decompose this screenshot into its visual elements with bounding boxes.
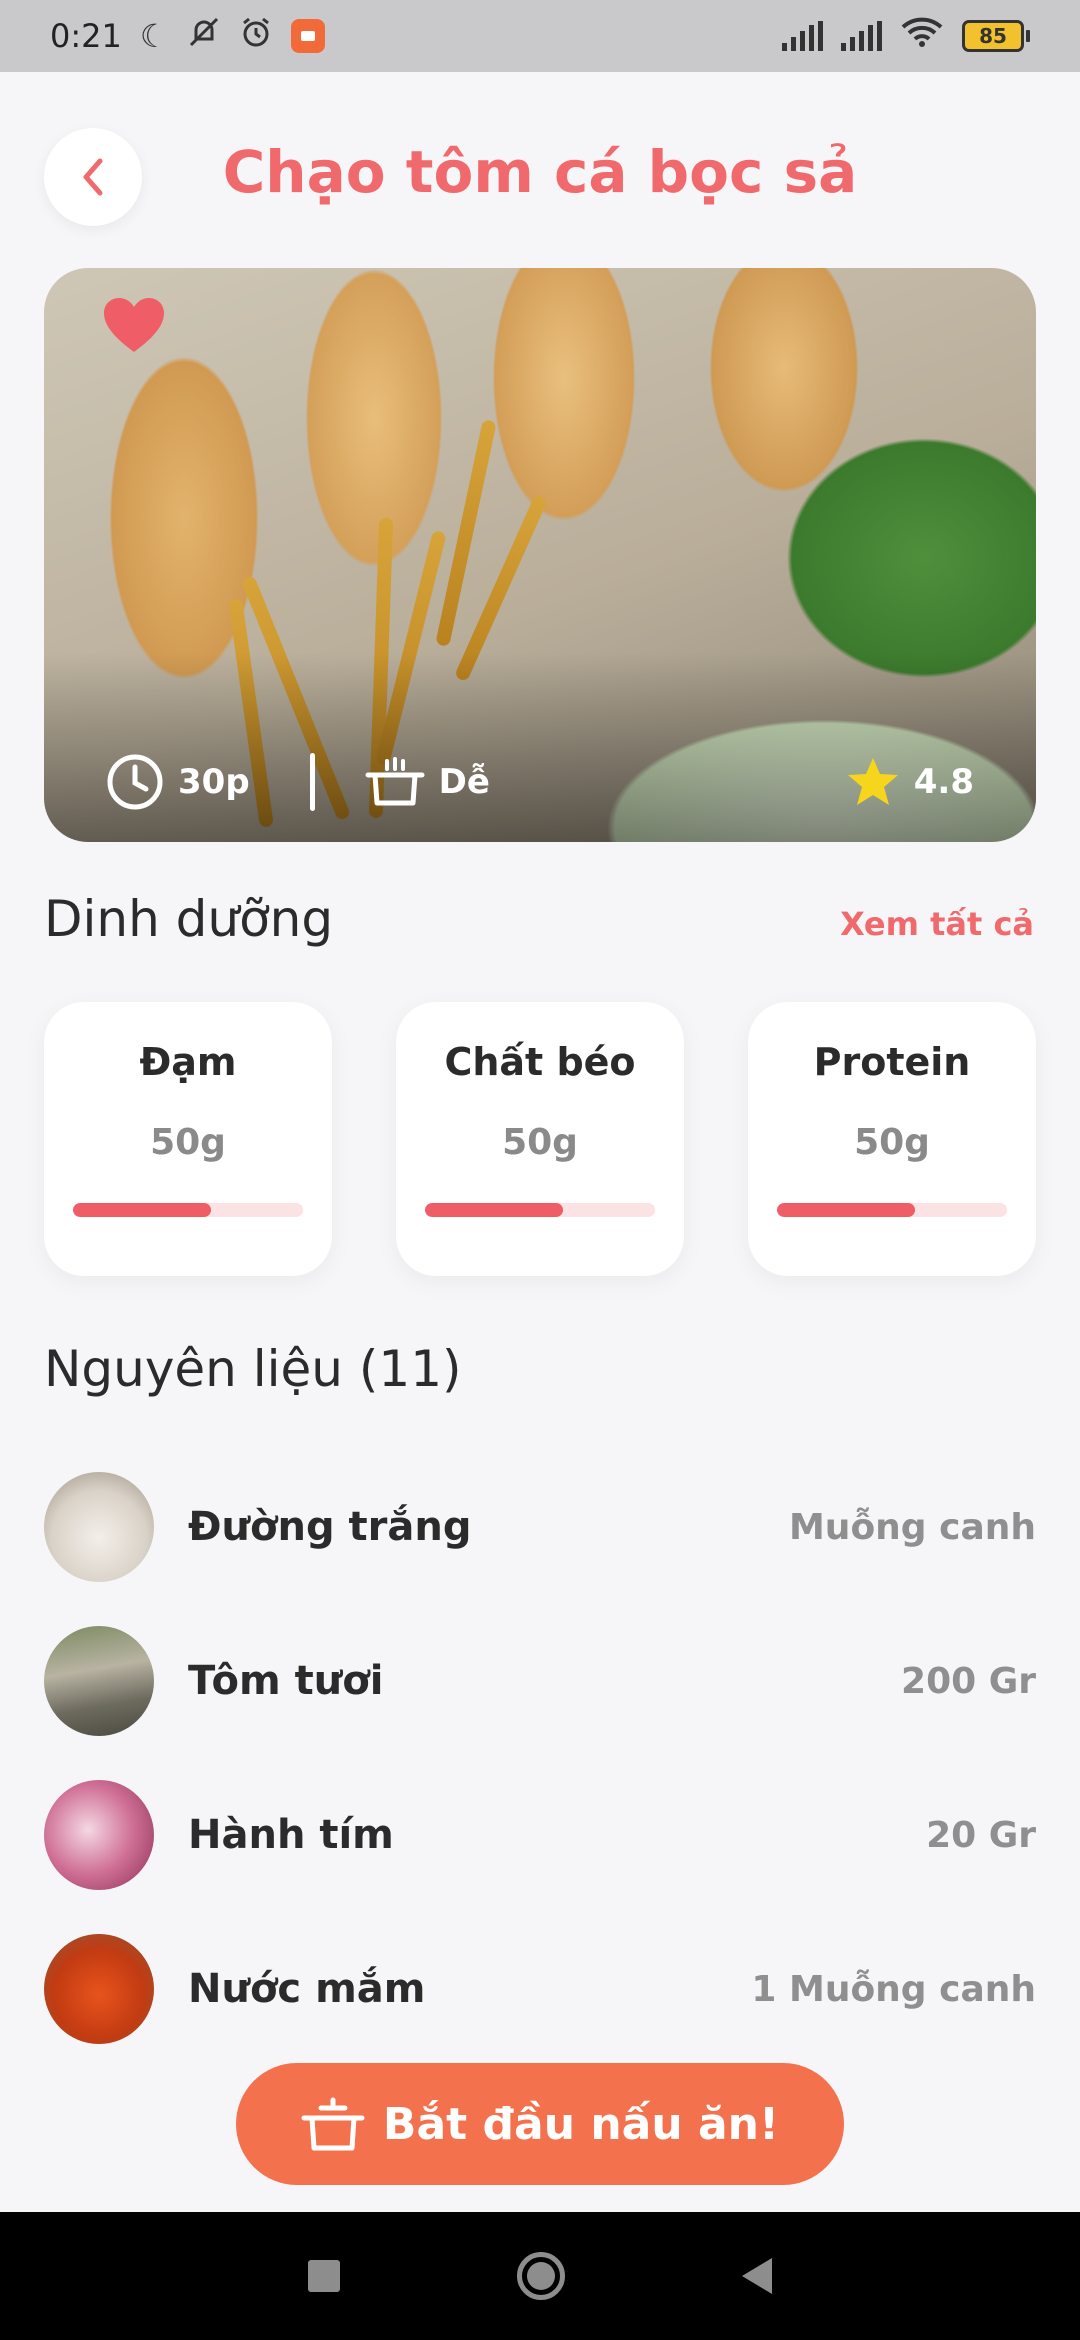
cook-time-value: 30p [178, 762, 250, 802]
nutrition-card: Đạm 50g [44, 1002, 332, 1276]
system-nav-bar [0, 2212, 1080, 2340]
cooking-pot-icon [301, 2097, 365, 2151]
difficulty: Dễ [365, 753, 490, 811]
ingredient-image [44, 1626, 154, 1736]
ingredient-name: Tôm tươi [188, 1658, 384, 1704]
nutrition-progress [73, 1203, 303, 1217]
cook-time: 30p [106, 753, 250, 811]
rating-value: 4.8 [913, 762, 974, 802]
nutrition-progress [777, 1203, 1007, 1217]
ingredient-quantity: Muỗng canh [788, 1506, 1036, 1548]
star-icon [847, 758, 898, 805]
nutrition-name: Protein [813, 1040, 971, 1084]
rating: 4.8 [846, 756, 974, 808]
status-bar: 0:21 ☾ 85 [0, 0, 1080, 72]
recipe-detail-screen: 0:21 ☾ 85 Chạo tôm cá bọc sả 30p Dễ 4.8 … [0, 0, 1080, 2340]
status-right: 85 [782, 15, 1030, 57]
list-item[interactable]: Hành tím 20 Gr [44, 1758, 1036, 1912]
ingredient-quantity: 1 Muỗng canh [751, 1968, 1036, 2010]
chevron-left-icon [83, 158, 103, 196]
ingredient-name: Đường trắng [188, 1504, 472, 1550]
wifi-icon [900, 15, 944, 57]
nutrition-cards: Đạm 50g Chất béo 50g Protein 50g [44, 1002, 1036, 1276]
back-nav-button[interactable] [741, 2258, 772, 2294]
signal-icon [841, 21, 882, 51]
page-title: Chạo tôm cá bọc sả [222, 138, 858, 206]
mute-icon [187, 15, 221, 57]
home-button[interactable] [516, 2252, 565, 2300]
clock-icon [107, 754, 163, 810]
list-item[interactable]: Nước mắm 1 Muỗng canh [44, 1912, 1036, 2066]
recipe-image: 30p Dễ 4.8 [44, 268, 1036, 842]
ingredient-quantity: 20 Gr [926, 1814, 1036, 1856]
signal-icon [782, 21, 823, 51]
back-button[interactable] [44, 128, 142, 226]
battery-icon: 85 [962, 20, 1030, 52]
difficulty-value: Dễ [438, 762, 490, 802]
ingredient-name: Hành tím [188, 1812, 394, 1858]
status-left: 0:21 ☾ [50, 15, 325, 57]
ingredient-name: Nước mắm [188, 1966, 426, 2012]
moon-icon: ☾ [139, 17, 169, 55]
ingredient-image [44, 1934, 154, 2044]
recipe-meta: 30p Dễ 4.8 [44, 722, 1036, 842]
start-cooking-button[interactable]: Bắt đầu nấu ăn! [236, 2063, 844, 2185]
status-time: 0:21 [50, 17, 122, 55]
ingredients-title: Nguyên liệu (11) [44, 1340, 462, 1398]
nutrition-name: Chất béo [444, 1040, 636, 1084]
list-item[interactable]: Tôm tươi 200 Gr [44, 1604, 1036, 1758]
nutrition-card: Protein 50g [748, 1002, 1036, 1276]
nutrition-card: Chất béo 50g [396, 1002, 684, 1276]
battery-level: 85 [962, 20, 1024, 52]
nutrition-value: 50g [502, 1122, 578, 1163]
screen-record-icon [290, 19, 325, 53]
ingredient-list: Đường trắng Muỗng canh Tôm tươi 200 Gr H… [44, 1450, 1036, 2066]
nutrition-value: 50g [854, 1122, 930, 1163]
meta-divider [309, 753, 315, 811]
start-cooking-label: Bắt đầu nấu ăn! [382, 2098, 780, 2150]
recents-button[interactable] [308, 2260, 341, 2292]
see-all-link[interactable]: Xem tất cả [840, 905, 1034, 943]
ingredient-quantity: 200 Gr [901, 1660, 1036, 1702]
ingredient-image [44, 1472, 154, 1582]
nutrition-name: Đạm [139, 1040, 237, 1084]
ingredient-image [44, 1780, 154, 1890]
nutrition-value: 50g [150, 1122, 226, 1163]
nutrition-progress [425, 1203, 655, 1217]
alarm-icon [239, 15, 273, 57]
favorite-heart-icon[interactable] [102, 296, 166, 354]
nutrition-title: Dinh dưỡng [44, 890, 334, 948]
cooking-pot-icon [365, 757, 425, 806]
list-item[interactable]: Đường trắng Muỗng canh [44, 1450, 1036, 1604]
